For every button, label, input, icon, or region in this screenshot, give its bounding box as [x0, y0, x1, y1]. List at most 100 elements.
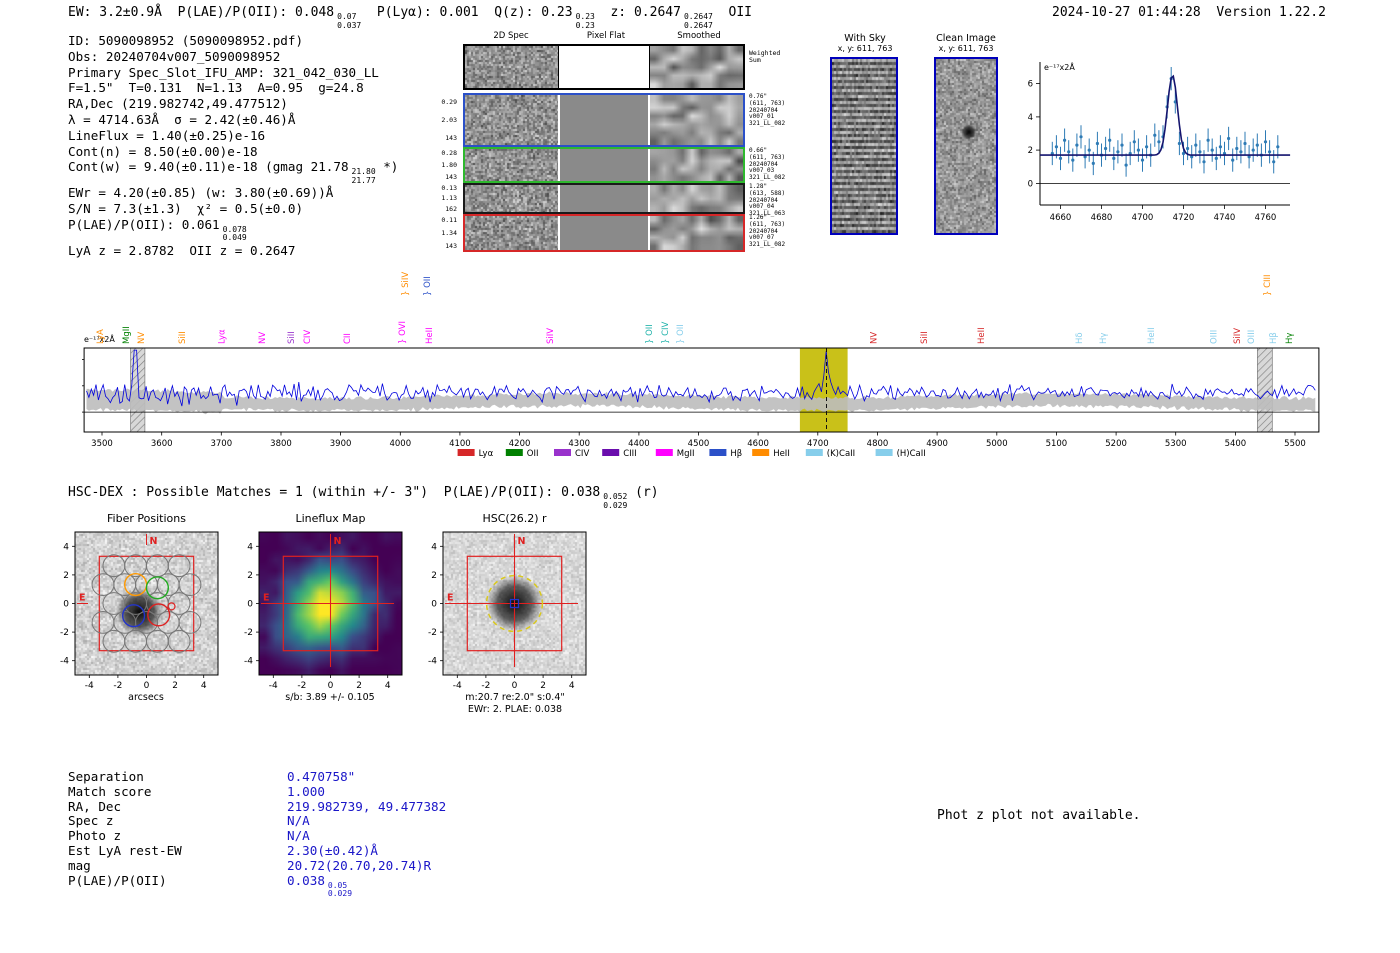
svg-text:Lyα: Lyα: [479, 449, 494, 459]
spec2d-col-header: 2D Spec: [493, 31, 529, 41]
text-segment: Cont(w) = 9.40(±0.11)e-18 (gmag 21.78: [68, 159, 349, 175]
match-row-label: RA, Dec: [68, 798, 122, 814]
svg-text:4500: 4500: [688, 439, 710, 449]
svg-text:4700: 4700: [1132, 213, 1154, 223]
svg-text:5200: 5200: [1105, 439, 1127, 449]
svg-text:4: 4: [201, 681, 207, 691]
spec2d-row-annotation: 0.66" (611, 763) 20240704 v007_03 321_LL_082: [749, 147, 786, 182]
match-row-label: P(LAE)/P(OII): [68, 872, 167, 888]
svg-text:5500: 5500: [1284, 439, 1306, 449]
svg-text:N: N: [518, 536, 526, 547]
header-timestamp: 2024-10-27 01:44:28 Version 1.22.2: [1052, 5, 1326, 20]
match-row-value: 2.30(±0.42)Å: [287, 842, 378, 858]
svg-text:Hβ: Hβ: [730, 449, 742, 459]
smoothed-image: [650, 95, 743, 145]
photz-note: Phot z plot not available.: [937, 808, 1141, 823]
match-row-value: 0.038 0.05 0.029: [287, 872, 353, 899]
svg-text:3600: 3600: [151, 439, 173, 449]
svg-text:} OII: } OII: [645, 324, 655, 344]
svg-text:-4: -4: [428, 657, 437, 667]
smoothed-sum-image: [650, 46, 743, 88]
svg-text:4: 4: [569, 681, 575, 691]
svg-text:SiIV: SiIV: [546, 328, 556, 344]
svg-text:5300: 5300: [1165, 439, 1187, 449]
svg-text:2: 2: [172, 681, 178, 691]
with-sky-image: [832, 59, 896, 233]
pixelflat-image: [558, 216, 650, 250]
text-segment: P(LAE)/P(OII): 0.038: [443, 485, 601, 500]
svg-text:0: 0: [144, 681, 150, 691]
svg-text:E: E: [263, 593, 270, 604]
svg-text:E: E: [447, 593, 454, 604]
svg-text:OII: OII: [527, 449, 539, 459]
spec2d-col-header: Smoothed: [677, 31, 721, 41]
match-row-label: mag: [68, 857, 91, 873]
text-segment: Obs: 20240704v007_5090098952: [68, 48, 281, 64]
match-row-value: 0.470758": [287, 769, 356, 784]
svg-text:4800: 4800: [867, 439, 889, 449]
svg-text:4720: 4720: [1173, 213, 1195, 223]
text-segment: λ = 4714.63Å σ = 2.42(±0.46)Å: [68, 111, 296, 127]
match-table-row: Match score 1.000: [68, 783, 446, 800]
hsc-match-header: HSC-DEX : Possible Matches = 1 (within +…: [68, 485, 659, 510]
svg-text:4: 4: [63, 542, 69, 552]
spec2d-row: [463, 147, 745, 183]
text-segment: HSC-DEX : Possible Matches = 1 (within +…: [68, 485, 429, 500]
svg-text:Hδ: Hδ: [1075, 332, 1085, 344]
svg-text:4100: 4100: [449, 439, 471, 449]
svg-text:NV: NV: [258, 332, 268, 344]
header-summary: EW: 3.2±0.9Å P(LAE)/P(OII): 0.048 0.07 0.0…: [68, 5, 752, 30]
text-segment: z: 0.2647: [610, 5, 681, 20]
svg-text:2: 2: [356, 681, 362, 691]
match-row-label: Match score: [68, 783, 152, 799]
pixelflat-image: [558, 185, 650, 212]
svg-text:2: 2: [247, 571, 253, 581]
svg-text:4660: 4660: [1050, 213, 1072, 223]
info-line: P(LAE)/P(OII): 0.061 0.078 0.049: [68, 217, 398, 243]
uncertainty-range: 0.078 0.049: [222, 224, 247, 243]
svg-text:-2: -2: [60, 628, 69, 638]
line-fit-zoom-chart: e⁻¹⁷x2Å 4660 4680 4700 4720 4740 4760 0 2 4 6: [1028, 61, 1291, 223]
svg-text:4300: 4300: [568, 439, 590, 449]
clean-image: [936, 59, 996, 233]
spec2d-image: [465, 149, 558, 181]
info-line: λ = 4714.63Å σ = 2.42(±0.46)Å: [68, 112, 398, 128]
text-segment: Q(z): 0.23: [494, 5, 573, 20]
svg-text:N: N: [334, 536, 342, 547]
svg-text:HeII: HeII: [977, 327, 987, 344]
svg-text:-4: -4: [453, 681, 462, 691]
svg-text:2: 2: [540, 681, 546, 691]
svg-text:} CIV: } CIV: [661, 321, 671, 344]
spec2d-row-weights: 0.29 2.03 143: [441, 98, 457, 142]
text-segment: P(LAE)/P(OII): 0.061: [68, 216, 220, 232]
spec2d-sum-image: [465, 46, 558, 88]
svg-text:MgII: MgII: [122, 326, 132, 344]
svg-text:CIV: CIV: [575, 449, 589, 459]
svg-text:5400: 5400: [1225, 439, 1247, 449]
info-line: F=1.5" T=0.131 N=1.13 A=0.95 g=24.8: [68, 80, 398, 96]
match-table-row: Photo z N/A: [68, 828, 446, 844]
svg-text:0: 0: [1028, 179, 1033, 189]
spec2d-row-annotation: 1.28" (613, 588) 20240704 v007_04 321_LL_063: [749, 183, 786, 218]
text-segment: ID: 5090098952 (5090098952.pdf): [68, 33, 304, 48]
info-line: RA,Dec (219.982742,49.477512): [68, 96, 398, 112]
info-line: Obs: 20240704v007_5090098952: [68, 49, 398, 65]
clean-image-title: Clean Image: [936, 33, 996, 44]
info-line: Cont(n) = 8.50(±0.00)e-18: [68, 144, 398, 160]
svg-text:4740: 4740: [1214, 213, 1236, 223]
svg-text:e⁻¹⁷x2Å: e⁻¹⁷x2Å: [1044, 61, 1075, 72]
svg-text:4900: 4900: [926, 439, 948, 449]
match-row-label: Spec z: [68, 813, 114, 829]
svg-text:Hβ: Hβ: [1269, 332, 1279, 344]
svg-text:5100: 5100: [1046, 439, 1068, 449]
spec2d-col-header: Pixel Flat: [586, 31, 626, 41]
svg-text:HeII: HeII: [1147, 327, 1157, 344]
svg-text:SiII: SiII: [920, 331, 930, 344]
svg-text:OIII: OIII: [1247, 330, 1257, 344]
svg-text:3800: 3800: [270, 439, 292, 449]
svg-text:Lyα: Lyα: [217, 329, 227, 344]
match-table-row: Spec z N/A: [68, 813, 446, 829]
info-line: Cont(w) = 9.40(±0.11)e-18 (gmag 21.78 21.…: [68, 159, 399, 185]
svg-text:-2: -2: [113, 681, 122, 691]
svg-text:MgII: MgII: [677, 449, 695, 459]
